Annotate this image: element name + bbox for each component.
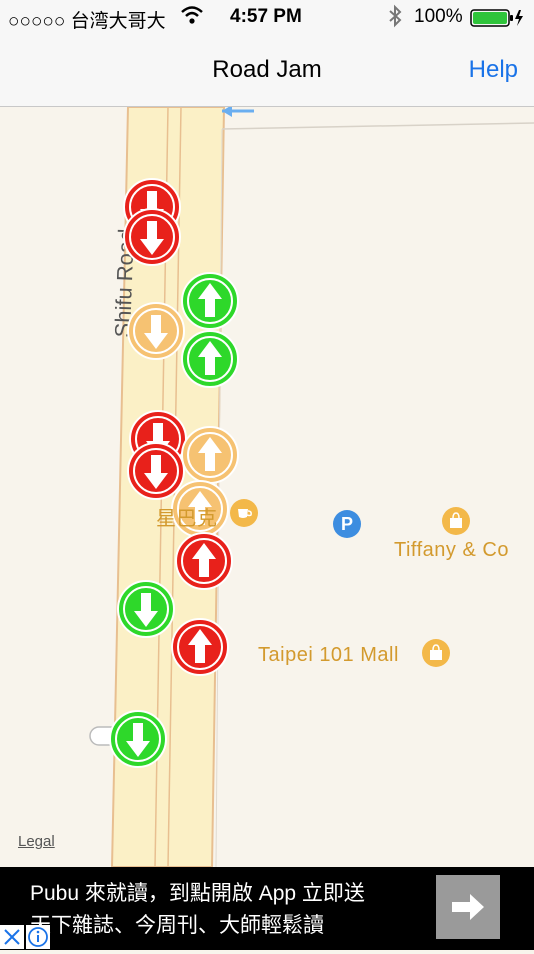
battery-icon (470, 8, 526, 34)
traffic-marker-down[interactable] (108, 709, 168, 769)
parking-icon[interactable]: P (333, 510, 361, 538)
poi-tiffany-label: Tiffany & Co (394, 539, 509, 561)
carrier-label: ○○○○○ 台湾大哥大 (8, 11, 166, 32)
traffic-marker-down[interactable] (122, 207, 182, 267)
help-button[interactable]: Help (469, 56, 518, 84)
block-edge (221, 122, 534, 130)
arrow-right-icon (452, 894, 484, 920)
map-base (89, 107, 534, 867)
clock: 4:57 PM (230, 6, 302, 27)
ad-arrow-button[interactable] (436, 875, 500, 939)
legal-link[interactable]: Legal (18, 833, 55, 850)
poi-mall-label: Taipei 101 Mall (258, 644, 399, 666)
traffic-marker-up[interactable] (180, 271, 240, 331)
navigation-bar: Road Jam Help (0, 36, 534, 107)
cafe-icon[interactable] (230, 499, 258, 527)
shopping-bag-icon[interactable] (442, 507, 470, 535)
ad-line-1: Pubu 來就讀，到點開啟 App 立即送 (30, 882, 365, 905)
traffic-marker-down[interactable] (116, 579, 176, 639)
poi-cafe-label: 星巴克 (156, 508, 218, 530)
traffic-marker-up[interactable] (170, 617, 230, 677)
page-title: Road Jam (212, 56, 322, 83)
shopping-bag-icon[interactable] (422, 639, 450, 667)
map-view[interactable]: Shifu Road 星巴克 P Tiffany & Co Taipei 101… (0, 107, 534, 867)
battery-percent: 100% (414, 6, 463, 27)
ad-line-2: 天下雜誌、今周刊、大師輕鬆讀 (30, 914, 324, 937)
wifi-icon (180, 4, 204, 32)
traffic-marker-up[interactable] (174, 531, 234, 591)
ad-info-icon[interactable] (26, 925, 50, 949)
ad-close-icon[interactable] (0, 925, 24, 949)
status-bar: ○○○○○ 台湾大哥大 4:57 PM 100% (0, 0, 534, 36)
traffic-marker-down[interactable] (126, 301, 186, 361)
bluetooth-icon (388, 4, 402, 34)
traffic-marker-up[interactable] (180, 425, 240, 485)
ad-banner[interactable]: Pubu 來就讀，到點開啟 App 立即送 天下雜誌、今周刊、大師輕鬆讀 (0, 867, 534, 950)
traffic-marker-up[interactable] (180, 329, 240, 389)
